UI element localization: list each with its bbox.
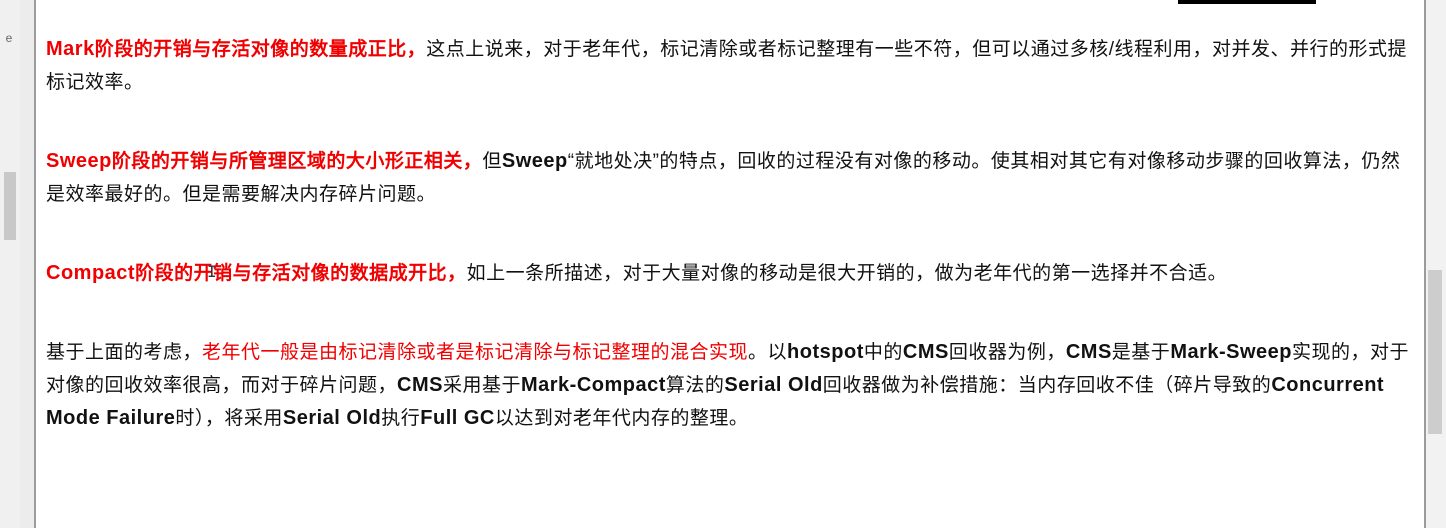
body-text: 算法的 [665, 375, 725, 396]
keyword-full-gc: Full GC [420, 407, 495, 429]
keyword-cms: CMS [1065, 341, 1112, 363]
keyword-serial-old: Serial Old [724, 374, 823, 396]
keyword-cms: CMS [902, 341, 949, 363]
highlight-text: 阶段的开销与存活对像的数据成开比， [135, 263, 467, 284]
paragraph-conclusion: 基于上面的考虑，老年代一般是由标记清除或者是标记清除与标记整理的混合实现。以ho… [46, 336, 1414, 435]
body-text: 中的 [863, 342, 903, 363]
paragraph-sweep: Sweep阶段的开销与所管理区域的大小形正相关，但Sweep“就地处决”的特点，… [46, 145, 1414, 211]
keyword-serial-old: Serial Old [282, 407, 382, 429]
highlight-text: 阶段的开销与存活对像的数量成正比， [94, 39, 427, 60]
document-content: Mark阶段的开销与存活对像的数量成正比，这点上说来，对于老年代，标记清除或者标… [46, 33, 1414, 435]
body-text: 基于上面的考虑， [46, 342, 203, 363]
highlight-text: 老年代一般是由标记清除或者是标记清除与标记整理的混合实现 [202, 342, 749, 363]
keyword-hotspot: hotspot [787, 341, 864, 363]
body-text: 回收器为例， [948, 342, 1066, 363]
highlight-text: 阶段的开销与所管理区域的大小形正相关， [111, 151, 483, 172]
paragraph-compact: Compact阶段的开销与存活对像的数据成开比，如上一条所描述，对于大量对像的移… [46, 257, 1414, 290]
left-gutter: e [0, 0, 20, 528]
body-text: 采用基于 [442, 375, 521, 396]
keyword-mark-sweep: Mark-Sweep [1170, 341, 1293, 363]
vertical-scrollbar[interactable] [1426, 0, 1446, 528]
left-scrollbar-thumb[interactable] [4, 172, 16, 240]
scrollbar-thumb[interactable] [1428, 270, 1442, 434]
keyword-cms: CMS [397, 374, 443, 396]
body-text: 回收器做为补偿措施：当内存回收不佳（碎片导致的 [822, 375, 1272, 396]
body-text: 时），将采用 [175, 408, 283, 429]
paragraph-mark: Mark阶段的开销与存活对像的数量成正比，这点上说来，对于老年代，标记清除或者标… [46, 33, 1414, 99]
keyword-sweep-inline: Sweep [501, 150, 568, 172]
body-text: 如上一条所描述，对于大量对像的移动是很大开销的，做为老年代的第一选择并不合适。 [466, 263, 1228, 284]
keyword-mark-compact: Mark-Compact [520, 374, 666, 396]
body-text: 但 [482, 151, 502, 172]
text-cursor-icon: I [207, 262, 217, 281]
keyword-sweep: Sweep [46, 150, 112, 172]
body-text: 。以 [748, 342, 788, 363]
document-viewport: e Mark阶段的开销与存活对像的数量成正比，这点上说来，对于老年代，标记清除或… [0, 0, 1446, 528]
top-black-bar [1178, 0, 1316, 4]
body-text: 执行 [381, 408, 421, 429]
body-text: 以达到对老年代内存的整理。 [494, 408, 749, 429]
body-text: 是基于 [1111, 342, 1171, 363]
keyword-compact: Compact [46, 262, 136, 284]
keyword-mark: Mark [46, 38, 95, 60]
side-glyph: e [5, 31, 13, 45]
